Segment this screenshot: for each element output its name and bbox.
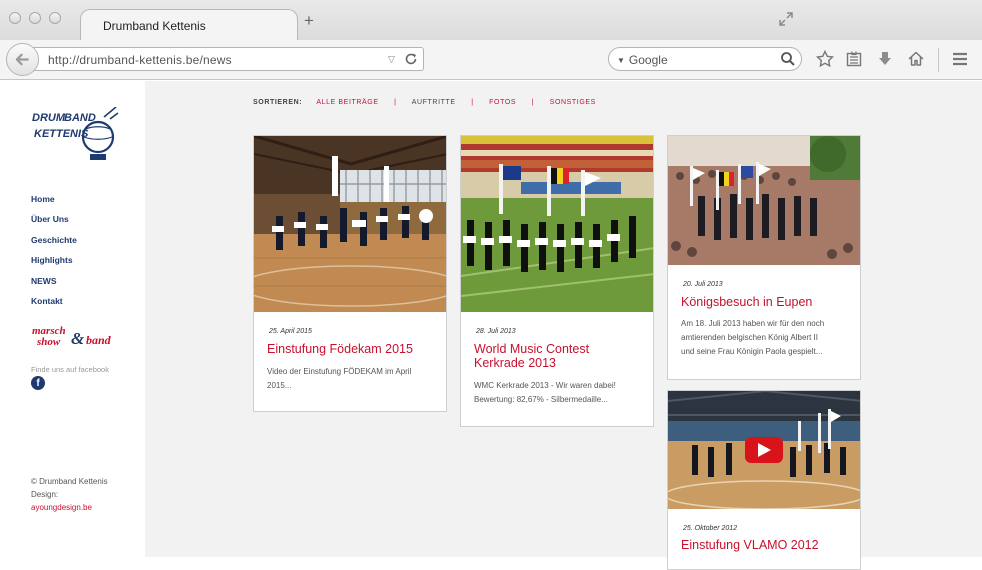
post-title[interactable]: Einstufung VLAMO 2012 bbox=[681, 538, 819, 552]
post-card[interactable]: 25. April 2015 Einstufung Födekam 2015 V… bbox=[253, 135, 447, 412]
post-title[interactable]: Königsbesuch in Eupen bbox=[681, 295, 812, 309]
crowd-photo bbox=[668, 136, 860, 265]
bookmarks-list-icon[interactable] bbox=[845, 50, 863, 68]
drumband-kettenis-logo[interactable]: DRUM BAND KETTENIS bbox=[30, 107, 120, 163]
browser-tab[interactable]: Drumband Kettenis bbox=[80, 9, 298, 41]
hamburger-menu-icon[interactable] bbox=[951, 50, 969, 68]
post-image[interactable] bbox=[668, 136, 860, 265]
logo-text-drum: DRUM bbox=[32, 112, 66, 124]
nav-item-home[interactable]: Home bbox=[31, 194, 77, 214]
excerpt-line: amtierenden belgischen König Albert II bbox=[681, 333, 818, 342]
nav-item-kontakt[interactable]: Kontakt bbox=[31, 296, 77, 316]
maximize-window-button[interactable] bbox=[49, 12, 61, 24]
excerpt-line: Am 18. Juli 2013 haben wir für den noch bbox=[681, 319, 825, 328]
sort-filter-bar: SORTIEREN: ALLE BEITRÄGE | AUFTRITTE | F… bbox=[253, 99, 596, 106]
excerpt-line: 2015... bbox=[267, 381, 292, 390]
sidebar: DRUM BAND KETTENIS Home Über Uns Geschic… bbox=[0, 81, 145, 557]
address-bar[interactable]: http://drumband-kettenis.be/news ▽ bbox=[30, 47, 424, 71]
nav-item-news[interactable]: NEWS bbox=[31, 276, 77, 296]
fullscreen-icon[interactable] bbox=[778, 11, 794, 27]
url-input[interactable]: http://drumband-kettenis.be/news bbox=[48, 53, 232, 67]
post-card[interactable]: 25. Oktober 2012 Einstufung VLAMO 2012 bbox=[667, 390, 861, 570]
post-card[interactable]: 20. Juli 2013 Königsbesuch in Eupen Am 1… bbox=[667, 135, 861, 380]
url-history-dropdown-icon[interactable]: ▽ bbox=[388, 54, 395, 65]
search-bar[interactable]: ▼ Google bbox=[608, 47, 802, 71]
excerpt-line: Video der Einstufung FÖDEKAM im April bbox=[267, 367, 412, 376]
title-line: World Music Contest bbox=[474, 342, 590, 356]
filter-separator: | bbox=[471, 99, 474, 106]
post-date: 28. Juli 2013 bbox=[476, 328, 516, 335]
reload-icon[interactable] bbox=[403, 51, 419, 67]
minimize-window-button[interactable] bbox=[29, 12, 41, 24]
new-tab-button[interactable]: + bbox=[304, 12, 314, 29]
download-icon[interactable] bbox=[876, 50, 894, 68]
logo-text-band: BAND bbox=[64, 112, 96, 124]
web-page: DRUM BAND KETTENIS Home Über Uns Geschic… bbox=[0, 81, 982, 570]
excerpt-line: WMC Kerkrade 2013 - Wir waren dabei! bbox=[474, 381, 616, 390]
toolbar-separator bbox=[938, 48, 939, 72]
post-title[interactable]: Einstufung Födekam 2015 bbox=[267, 342, 413, 356]
post-title[interactable]: World Music Contest Kerkrade 2013 bbox=[474, 342, 589, 370]
filter-sonstiges[interactable]: SONSTIGES bbox=[550, 99, 596, 106]
copyright-text: © Drumband Kettenis bbox=[31, 477, 108, 486]
browser-toolbar: http://drumband-kettenis.be/news ▽ ▼ Goog… bbox=[0, 40, 982, 80]
tab-title: Drumband Kettenis bbox=[103, 19, 206, 33]
filter-fotos[interactable]: FOTOS bbox=[489, 99, 516, 106]
search-engine-selector[interactable]: ▼ Google bbox=[617, 53, 668, 67]
post-excerpt: Video der Einstufung FÖDEKAM im April 20… bbox=[267, 365, 411, 393]
post-date: 25. Oktober 2012 bbox=[683, 525, 738, 532]
post-image[interactable] bbox=[254, 136, 446, 312]
filter-alle-beitraege[interactable]: ALLE BEITRÄGE bbox=[316, 99, 378, 106]
credits: © Drumband Kettenis Design: ayoungdesign… bbox=[31, 475, 108, 514]
post-date: 20. Juli 2013 bbox=[683, 281, 723, 288]
nav-item-ueber-uns[interactable]: Über Uns bbox=[31, 214, 77, 234]
close-window-button[interactable] bbox=[9, 12, 21, 24]
excerpt-line: und seine Frau Königin Paola gespielt... bbox=[681, 347, 823, 356]
facebook-text: Finde uns auf facebook bbox=[31, 365, 109, 374]
main-navigation: Home Über Uns Geschichte Highlights NEWS… bbox=[31, 194, 77, 316]
marsch-show-band-logo[interactable]: marsch show & band bbox=[31, 324, 125, 348]
excerpt-line: Bewertung: 82,67% - Silbermedaille... bbox=[474, 395, 608, 404]
design-label: Design: bbox=[31, 490, 59, 499]
post-card[interactable]: 28. Juli 2013 World Music Contest Kerkra… bbox=[460, 135, 654, 427]
filter-separator: | bbox=[531, 99, 535, 106]
facebook-icon[interactable]: f bbox=[31, 376, 45, 390]
dropdown-arrow-icon: ▼ bbox=[617, 56, 625, 65]
filter-separator: | bbox=[394, 99, 397, 106]
post-excerpt: WMC Kerkrade 2013 - Wir waren dabei! Bew… bbox=[474, 379, 616, 407]
gym-hall-photo bbox=[254, 136, 446, 312]
marsch-logo-word-band: band bbox=[86, 333, 112, 347]
logo-text-kettenis: KETTENIS bbox=[34, 128, 89, 140]
back-arrow-icon bbox=[15, 53, 29, 66]
nav-item-geschichte[interactable]: Geschichte bbox=[31, 235, 77, 255]
search-icon[interactable] bbox=[780, 51, 796, 67]
bookmark-star-icon[interactable] bbox=[816, 50, 834, 68]
post-video-thumbnail[interactable] bbox=[668, 391, 860, 509]
marsch-logo-ampersand: & bbox=[71, 329, 85, 348]
marsch-logo-word-show: show bbox=[36, 336, 61, 348]
title-line: Kerkrade 2013 bbox=[474, 356, 557, 370]
post-excerpt: Am 18. Juli 2013 haben wir für den noch … bbox=[681, 317, 824, 359]
post-date: 25. April 2015 bbox=[269, 328, 312, 335]
back-button[interactable] bbox=[6, 43, 39, 76]
sports-hall-video-thumbnail bbox=[668, 391, 860, 509]
home-icon[interactable] bbox=[907, 50, 925, 68]
nav-item-highlights[interactable]: Highlights bbox=[31, 255, 77, 275]
filter-auftritte[interactable]: AUFTRITTE bbox=[412, 99, 456, 106]
post-image[interactable] bbox=[461, 136, 653, 312]
sort-label: SORTIEREN: bbox=[253, 99, 303, 106]
stadium-photo bbox=[461, 136, 653, 312]
designer-link[interactable]: ayoungdesign.be bbox=[31, 501, 108, 514]
browser-tab-strip: Drumband Kettenis + bbox=[0, 0, 982, 41]
